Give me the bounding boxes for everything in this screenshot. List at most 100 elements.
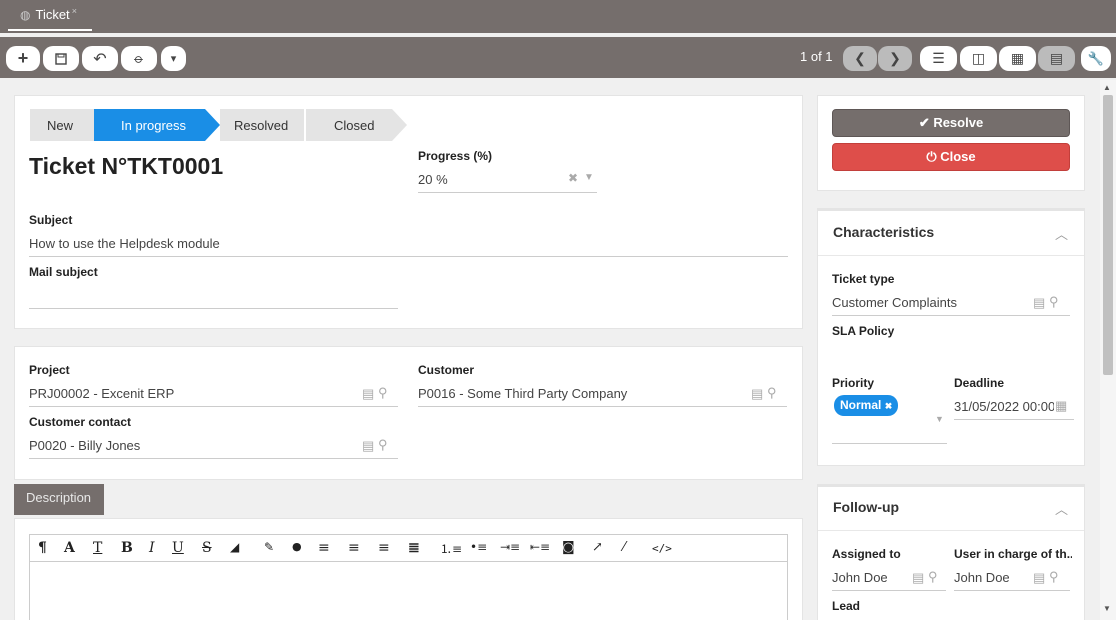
chevron-up-icon[interactable]: ︿ bbox=[1055, 224, 1068, 243]
align-left-icon[interactable]: ≡ bbox=[318, 540, 330, 556]
scrollbar-thumb[interactable] bbox=[1103, 95, 1113, 375]
external-link-icon[interactable]: ↗ bbox=[592, 540, 603, 555]
droplet-icon[interactable]: ● bbox=[292, 540, 302, 553]
magic-wand-icon[interactable]: ⁄ bbox=[623, 540, 625, 555]
ordered-list-icon[interactable]: ⒈≡ bbox=[440, 540, 462, 557]
user-in-charge-underline bbox=[954, 590, 1070, 591]
font-icon[interactable]: A bbox=[64, 540, 75, 556]
customer-field[interactable]: P0016 - Some Third Party Company bbox=[418, 386, 627, 401]
document-icon[interactable]: ▤ bbox=[362, 438, 374, 454]
text-size-icon[interactable]: T bbox=[93, 540, 102, 556]
deadline-field[interactable]: 31/05/2022 00:00 bbox=[954, 399, 1054, 414]
step-closed[interactable]: Closed bbox=[306, 109, 392, 141]
strikethrough-icon[interactable]: S bbox=[202, 540, 212, 556]
save-icon bbox=[55, 52, 67, 65]
document-icon[interactable]: ▤ bbox=[362, 386, 374, 402]
save-button[interactable] bbox=[43, 46, 79, 71]
clear-icon[interactable]: ✖ bbox=[568, 171, 578, 185]
caret-down-icon: ▾ bbox=[170, 53, 177, 65]
assigned-to-field[interactable]: John Doe bbox=[832, 570, 888, 585]
description-editor[interactable] bbox=[29, 562, 788, 620]
underline-icon[interactable]: U bbox=[172, 540, 184, 556]
chevron-up-icon[interactable]: ︿ bbox=[1055, 499, 1068, 518]
remove-tag-icon[interactable]: ✖ bbox=[885, 401, 893, 411]
bold-icon[interactable]: B bbox=[121, 540, 133, 556]
form-view-button[interactable]: ▤ bbox=[1038, 46, 1075, 71]
document-icon[interactable]: ▤ bbox=[1033, 295, 1045, 311]
document-icon[interactable]: ▤ bbox=[912, 570, 924, 586]
align-center-icon[interactable]: ≡ bbox=[348, 540, 360, 556]
search-icon[interactable]: ⚲ bbox=[1049, 294, 1059, 310]
next-button[interactable]: ❯ bbox=[878, 46, 912, 71]
indent-icon[interactable]: ⇥≡ bbox=[500, 540, 520, 554]
document-icon[interactable]: ▤ bbox=[1033, 570, 1045, 586]
step-resolved[interactable]: Resolved bbox=[220, 109, 304, 141]
divider bbox=[818, 530, 1084, 531]
user-in-charge-field[interactable]: John Doe bbox=[954, 570, 1010, 585]
chevron-left-icon: ❮ bbox=[854, 50, 866, 66]
new-button[interactable]: + bbox=[6, 46, 40, 71]
progress-select[interactable]: 20 % bbox=[418, 172, 448, 187]
split-view-button[interactable]: ◫ bbox=[960, 46, 997, 71]
paragraph-icon[interactable]: ¶ bbox=[38, 540, 47, 556]
scroll-down-icon[interactable]: ▼ bbox=[1103, 604, 1111, 613]
step-in-progress[interactable]: In progress bbox=[94, 109, 205, 141]
customer-contact-label: Customer contact bbox=[29, 415, 132, 429]
eraser-icon[interactable]: ◢ bbox=[230, 540, 239, 554]
customer-underline bbox=[418, 406, 787, 407]
outdent-icon[interactable]: ⇤≡ bbox=[530, 540, 550, 554]
paperclip-icon: ⌀ bbox=[131, 50, 148, 67]
list-view-button[interactable]: ☰ bbox=[920, 46, 957, 71]
ticket-type-field[interactable]: Customer Complaints bbox=[832, 295, 957, 310]
tab-label: Ticket bbox=[35, 7, 70, 22]
priority-tag[interactable]: Normal ✖ bbox=[834, 395, 899, 416]
caret-down-icon[interactable]: ▼ bbox=[584, 172, 594, 183]
customer-contact-field[interactable]: P0020 - Billy Jones bbox=[29, 438, 140, 453]
scroll-up-icon[interactable]: ▲ bbox=[1103, 83, 1111, 92]
calendar-view-button[interactable]: ▦ bbox=[999, 46, 1036, 71]
attach-button[interactable]: ⌀ bbox=[121, 46, 157, 71]
step-label: Resolved bbox=[234, 117, 289, 133]
ticket-type-underline bbox=[832, 315, 1070, 316]
search-icon[interactable]: ⚲ bbox=[378, 437, 388, 453]
priority-label: Priority bbox=[832, 376, 875, 390]
mail-subject-input[interactable] bbox=[29, 288, 398, 306]
search-icon[interactable]: ⚲ bbox=[1049, 569, 1059, 585]
search-icon[interactable]: ⚲ bbox=[767, 385, 777, 401]
characteristics-title: Characteristics bbox=[833, 224, 935, 240]
brush-icon[interactable]: ✎ bbox=[264, 540, 274, 554]
close-tab-icon[interactable]: × bbox=[72, 6, 77, 16]
document-icon[interactable]: ▤ bbox=[751, 386, 763, 402]
more-button[interactable]: ▾ bbox=[161, 46, 186, 71]
project-field[interactable]: PRJ00002 - Excenit ERP bbox=[29, 386, 174, 401]
subject-input[interactable]: How to use the Helpdesk module bbox=[29, 236, 220, 251]
align-justify-icon[interactable]: ≣ bbox=[408, 540, 420, 556]
calendar-icon[interactable]: ▦ bbox=[1055, 398, 1067, 414]
caret-down-icon[interactable]: ▼ bbox=[935, 414, 944, 424]
priority-value: Normal bbox=[840, 398, 882, 412]
code-icon[interactable]: </> bbox=[652, 542, 672, 555]
unordered-list-icon[interactable]: •≡ bbox=[470, 540, 487, 554]
close-button[interactable]: ⏻ Close bbox=[832, 143, 1070, 171]
tools-button[interactable]: 🔧 bbox=[1081, 46, 1111, 71]
tab-ticket[interactable]: ◍ Ticket × bbox=[8, 0, 92, 31]
project-label: Project bbox=[29, 363, 70, 377]
progress-label: Progress (%) bbox=[418, 149, 493, 163]
globe-icon: ◍ bbox=[20, 7, 31, 22]
step-new[interactable]: New bbox=[30, 109, 94, 141]
step-arrow bbox=[205, 109, 220, 141]
resolve-button[interactable]: ✔ Resolve bbox=[832, 109, 1070, 137]
search-icon[interactable]: ⚲ bbox=[378, 385, 388, 401]
ticket-type-label: Ticket type bbox=[832, 272, 895, 286]
prev-button[interactable]: ❮ bbox=[843, 46, 877, 71]
camera-icon[interactable]: ◙ bbox=[562, 540, 575, 555]
undo-button[interactable]: ↶ bbox=[82, 46, 118, 71]
align-right-icon[interactable]: ≡ bbox=[378, 540, 390, 556]
tab-bar: ◍ Ticket × bbox=[0, 0, 1116, 33]
tab-description[interactable]: Description bbox=[14, 484, 104, 515]
project-underline bbox=[29, 406, 398, 407]
progress-underline bbox=[418, 192, 597, 193]
document-icon: ▤ bbox=[1049, 50, 1064, 66]
italic-icon[interactable]: I bbox=[149, 540, 155, 556]
search-icon[interactable]: ⚲ bbox=[928, 569, 938, 585]
